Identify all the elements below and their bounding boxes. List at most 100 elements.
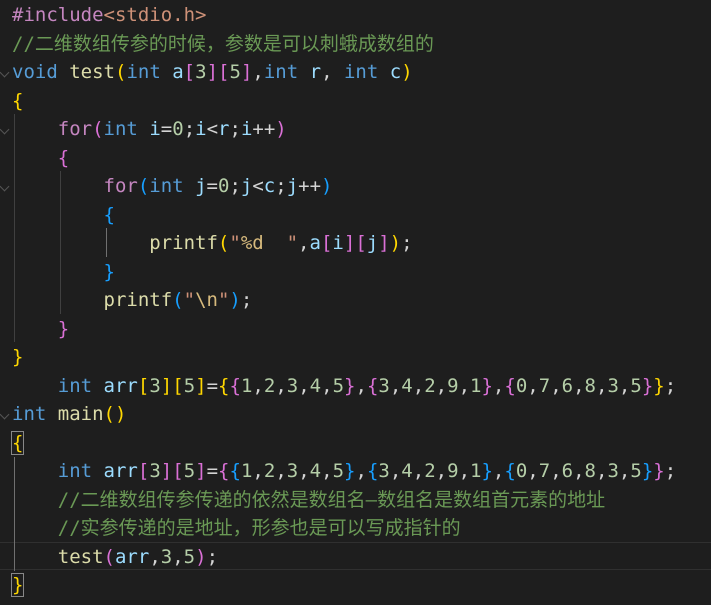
code-line[interactable]: { [12,144,69,172]
code-token: j [195,175,207,197]
code-token: { [12,89,24,112]
code-token: , [172,545,184,568]
code-token: printf [103,289,173,311]
code-line[interactable]: { [10,429,25,457]
code-line[interactable]: } [10,571,25,599]
code-token: int [343,61,379,83]
code-token: { [504,460,516,482]
code-token: //二维数组传参传递的依然是数组名—数组名是数组首元素的地址 [57,488,606,511]
code-line[interactable]: int arr[3][5]={{1,2,3,4,5},{3,4,2,9,1},{… [12,457,676,485]
code-token: , [298,232,310,254]
fold-chevron-icon[interactable] [0,181,10,192]
code-token: ( [137,175,150,197]
code-line[interactable]: } [12,315,69,343]
code-token: 9 [447,460,459,482]
code-line[interactable]: printf("\n"); [12,286,253,314]
code-token: , [596,460,608,482]
code-line[interactable]: } [12,343,23,371]
code-token: = [160,118,173,140]
code-line[interactable]: for(int i=0;i<r;i++) [12,115,287,143]
code-token: int [57,460,93,482]
code-token: ( [172,289,184,311]
code-editor[interactable]: #include<stdio.h> //二维数组传参的时候，参数是可以刺蛾成数组的… [0,0,711,605]
code-token: } [10,573,25,597]
code-token: 8 [584,460,596,482]
code-token: 4 [309,374,322,397]
code-token: 1 [240,460,253,482]
code-token: 7 [538,374,551,397]
code-token: , [321,61,344,83]
code-token: int [12,403,47,425]
code-line[interactable]: for(int j=0;j<c;j++) [12,172,333,200]
code-token: [ [172,460,184,482]
code-token: ] [160,374,173,397]
code-token: 1 [470,374,482,397]
fold-chevron-icon[interactable] [0,409,10,420]
code-token: ) [401,61,413,83]
code-token: , [550,460,562,482]
code-token: #include [12,4,104,26]
code-token: j [286,175,299,197]
code-token: j [366,232,379,254]
code-line[interactable]: #include<stdio.h> [12,1,206,29]
code-token: 5 [332,374,345,397]
code-token: , [355,460,367,482]
code-token: 4 [309,460,322,482]
fold-chevron-icon[interactable] [0,67,10,78]
code-token: int [263,61,299,83]
code-line[interactable]: { [12,87,23,115]
code-line[interactable]: //二维数组传参的时候，参数是可以刺蛾成数组的 [12,30,434,58]
code-token: 1 [470,460,482,482]
code-token: , [618,460,631,482]
code-token: = [206,175,218,197]
code-token: a [172,61,184,83]
code-token: 5 [183,460,196,482]
code-token: c [263,175,276,197]
code-line[interactable]: printf("%d ",a[i][j]); [12,229,412,257]
code-token: , [492,374,505,397]
code-token: ) [321,175,333,197]
code-token: < [206,118,219,140]
code-line[interactable]: int main() [12,400,126,428]
code-token: , [618,374,631,397]
code-line[interactable]: //实参传递的是地址，形参也是可以写成指针的 [12,514,461,542]
code-token: ++ [298,175,322,197]
code-line[interactable]: } [12,258,115,286]
code-token: { [103,203,115,226]
code-token: { [366,460,379,482]
code-token: , [321,374,333,397]
code-token: , [298,460,310,482]
code-token: 3 [378,460,390,482]
code-token: 3 [607,374,619,397]
code-token: \n [195,289,218,311]
code-token: } [344,374,356,397]
code-token: for [103,175,138,197]
code-token: ) [275,118,287,140]
code-line[interactable]: test(arr,3,5); [12,543,218,571]
code-token: , [321,460,333,482]
code-token: <stdio.h> [103,4,207,26]
code-token: = [206,374,219,397]
code-line[interactable]: void test(int a[3][5],int r, int c) [12,58,413,86]
code-line[interactable]: //二维数组传参传递的依然是数组名—数组名是数组首元素的地址 [12,486,605,514]
code-token: ++ [252,118,276,140]
code-line[interactable]: { [12,201,115,229]
code-token: , [252,61,264,83]
fold-chevron-icon[interactable] [0,124,10,135]
code-token: 9 [447,374,459,397]
code-line[interactable]: int arr[3][5]={{1,2,3,4,5},{3,4,2,9,1},{… [12,372,676,400]
code-token: ; [229,118,241,140]
code-token: //实参传递的是地址，形参也是可以写成指针的 [57,517,461,539]
